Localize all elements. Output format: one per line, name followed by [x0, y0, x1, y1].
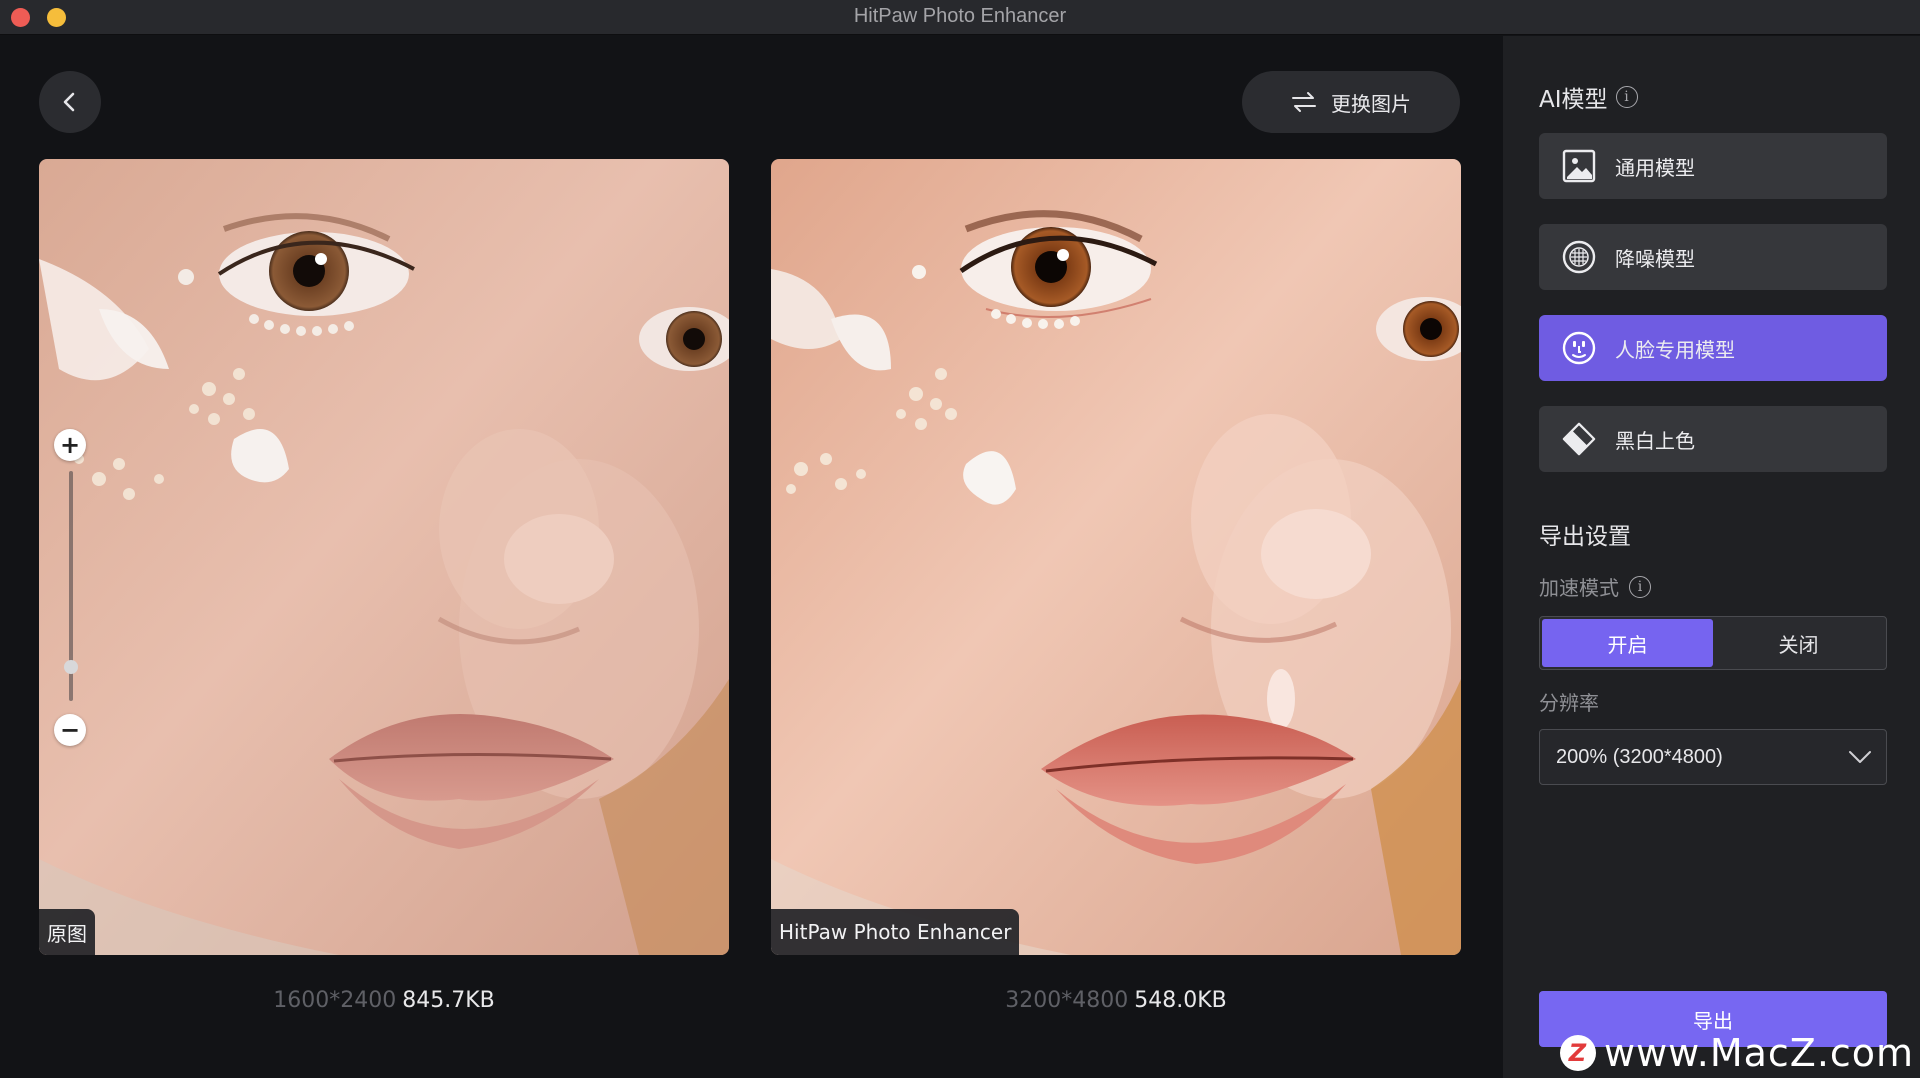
original-image[interactable]: 原图 [39, 159, 729, 955]
ai-model-title: AI模型 [1539, 87, 1608, 113]
chevron-left-icon [63, 92, 75, 112]
accel-off-option[interactable]: 关闭 [1713, 619, 1884, 667]
zoom-in-button[interactable]: + [54, 429, 86, 461]
enhanced-resolution: 3200*4800 [1005, 988, 1129, 1013]
model-face[interactable]: 人脸专用模型 [1539, 315, 1887, 381]
enhanced-tag: HitPaw Photo Enhancer [771, 909, 1020, 955]
enhanced-filesize: 548.0KB [1134, 988, 1227, 1013]
zoom-handle[interactable] [64, 659, 78, 674]
face-icon [1561, 330, 1597, 366]
replace-image-label: 更换图片 [1331, 91, 1411, 116]
model-general[interactable]: 通用模型 [1539, 133, 1887, 199]
preview-area: 更换图片 原图 HitPaw Photo Enhancer + − 1600*2… [0, 36, 1503, 1078]
accel-mode-label: 加速模式 [1539, 576, 1619, 600]
back-button[interactable] [39, 71, 101, 133]
enhanced-info: 3200*4800 548.0KB [771, 988, 1461, 1013]
model-colorize[interactable]: 黑白上色 [1539, 406, 1887, 472]
zoom-control: + − [54, 429, 88, 746]
model-face-label: 人脸专用模型 [1615, 337, 1735, 362]
replace-image-button[interactable]: 更换图片 [1242, 71, 1460, 133]
watermark-text: www.MacZ.com [1604, 1031, 1915, 1075]
ai-model-heading: AI模型 i [1539, 80, 1638, 114]
info-icon[interactable]: i [1629, 575, 1651, 598]
site-watermark: Z www.MacZ.com [1560, 1028, 1914, 1078]
model-denoise[interactable]: 降噪模型 [1539, 224, 1887, 290]
original-filesize: 845.7KB [402, 988, 495, 1013]
model-colorize-label: 黑白上色 [1615, 428, 1695, 453]
chevron-down-icon [1849, 751, 1871, 763]
enhanced-image[interactable]: HitPaw Photo Enhancer [771, 159, 1461, 955]
resolution-select[interactable]: 200% (3200*4800) [1539, 729, 1887, 785]
resolution-label: 分辨率 [1539, 691, 1599, 715]
original-tag: 原图 [39, 909, 95, 955]
accel-mode-toggle: 开启 关闭 [1539, 616, 1887, 670]
image-icon [1561, 148, 1597, 184]
export-settings-heading: 导出设置 [1539, 524, 1631, 550]
settings-panel: AI模型 i 通用模型 降噪模型 人脸专用模型 黑白上色 导出设置 加速模式 i… [1503, 36, 1920, 1078]
original-resolution: 1600*2400 [273, 988, 397, 1013]
denoise-icon [1561, 239, 1597, 275]
resolution-value: 200% (3200*4800) [1556, 745, 1723, 768]
original-info: 1600*2400 845.7KB [39, 988, 729, 1013]
info-icon[interactable]: i [1615, 86, 1638, 108]
accel-mode-heading: 加速模式 i [1539, 572, 1651, 601]
accel-on-option[interactable]: 开启 [1542, 619, 1713, 667]
model-denoise-label: 降噪模型 [1615, 246, 1695, 271]
title-bar: HitPaw Photo Enhancer [0, 0, 1920, 35]
colorize-icon [1561, 421, 1597, 457]
watermark-logo: Z [1560, 1035, 1596, 1071]
app-window: HitPaw Photo Enhancer 更换图片 原图 HitPaw Pho… [0, 0, 1920, 1078]
swap-icon [1292, 92, 1316, 112]
window-title: HitPaw Photo Enhancer [853, 5, 1067, 27]
zoom-out-button[interactable]: − [54, 714, 86, 746]
model-general-label: 通用模型 [1615, 155, 1695, 180]
